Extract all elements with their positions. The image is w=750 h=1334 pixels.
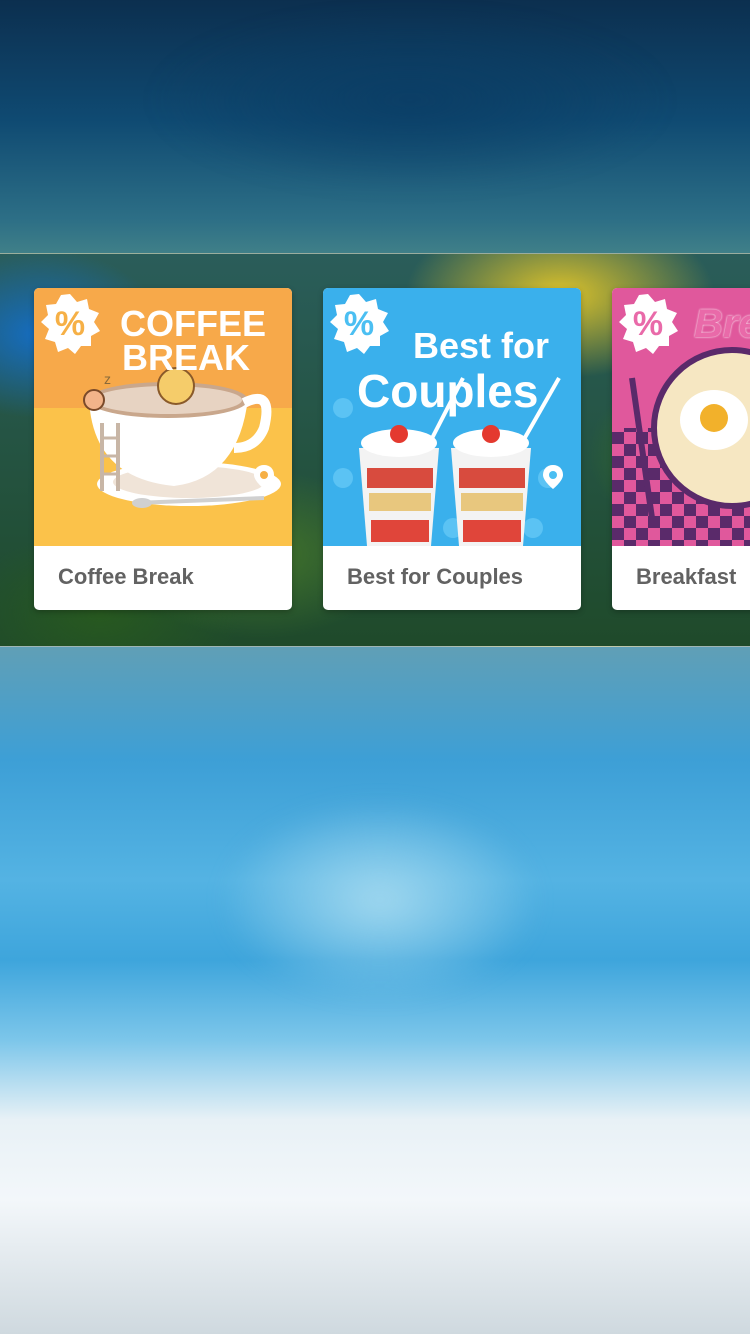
card-title: Best for Couples — [347, 564, 524, 589]
card-carousel[interactable]: z COFFEE BREAK % Coffee Break Best for C… — [0, 253, 750, 647]
card-art-title-line-1: Bre — [694, 302, 750, 346]
location-pin-icon — [254, 465, 274, 489]
background-blur-top — [150, 10, 670, 190]
card-image: z COFFEE BREAK % — [34, 288, 292, 546]
card-breakfast[interactable]: Bre % Breakfast — [612, 288, 750, 610]
location-pin-icon — [543, 465, 563, 489]
card-image: Best for Couples % — [323, 288, 581, 546]
card-coffee-break[interactable]: z COFFEE BREAK % Coffee Break — [34, 288, 292, 610]
background-blur-glow — [220, 800, 540, 1000]
card-art-title-line-2: BREAK — [122, 337, 251, 378]
card-title: Coffee Break — [58, 564, 194, 589]
percent-badge-icon: % — [40, 294, 100, 354]
percent-badge-icon: % — [618, 294, 678, 354]
card-art-title-line-2: Couples — [357, 365, 539, 417]
percent-badge-icon: % — [329, 294, 389, 354]
card-best-for-couples[interactable]: Best for Couples % Best for Couples — [323, 288, 581, 610]
svg-text:z: z — [104, 371, 111, 387]
card-image: Bre % — [612, 288, 750, 546]
card-title: Breakfast — [636, 564, 737, 589]
card-art-title-line-1: Best for — [413, 325, 550, 366]
